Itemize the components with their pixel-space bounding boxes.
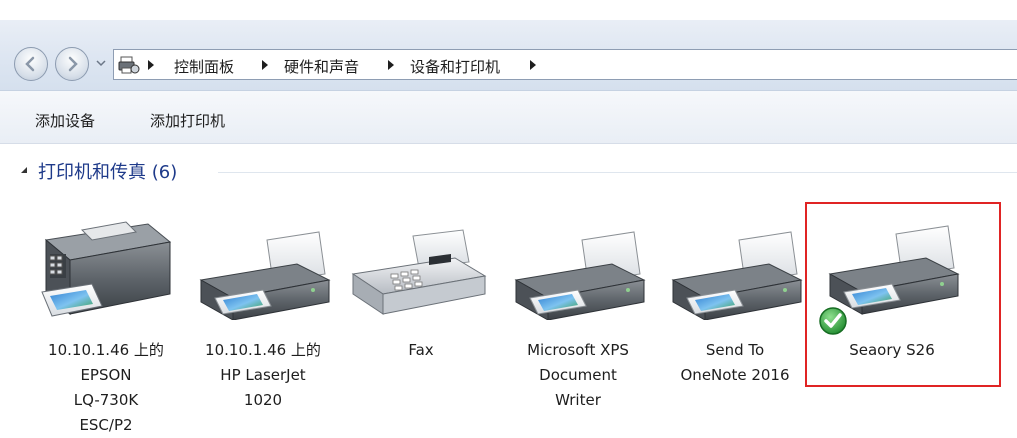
breadcrumb-devices-and-printers[interactable]: 设备和打印机 bbox=[410, 56, 500, 77]
breadcrumb-separator-icon[interactable] bbox=[260, 58, 270, 72]
group-collapse-icon[interactable] bbox=[20, 166, 28, 174]
devices-and-printers-icon bbox=[118, 56, 140, 74]
breadcrumb-separator-icon[interactable] bbox=[528, 58, 538, 72]
printer-icon bbox=[671, 231, 803, 320]
fax-icon bbox=[351, 229, 487, 315]
back-button[interactable] bbox=[14, 47, 48, 81]
forward-button[interactable] bbox=[55, 47, 89, 81]
add-device-button[interactable]: 添加设备 bbox=[31, 108, 99, 133]
device-label: 10.10.1.46 上的 HP LaserJet 1020 bbox=[205, 341, 321, 409]
device-item[interactable]: 10.10.1.46 上的 HP LaserJet 1020 bbox=[193, 210, 333, 409]
printer-icon bbox=[514, 231, 646, 320]
device-label: Send To OneNote 2016 bbox=[680, 341, 790, 384]
device-item[interactable]: Fax bbox=[351, 210, 491, 359]
device-item[interactable]: 10.10.1.46 上的 EPSON LQ-730K ESC/P2 bbox=[36, 210, 176, 434]
address-bar[interactable]: 控制面板 硬件和声音 设备和打印机 bbox=[113, 49, 1017, 80]
device-label: Fax bbox=[408, 341, 434, 359]
device-label: 10.10.1.46 上的 EPSON LQ-730K ESC/P2 bbox=[48, 341, 164, 434]
group-title-printers-and-faxes[interactable]: 打印机和传真 (6) bbox=[38, 158, 177, 184]
recent-pages-chevron-down-icon[interactable] bbox=[96, 58, 106, 68]
device-label: Microsoft XPS Document Writer bbox=[527, 341, 629, 409]
back-arrow-icon bbox=[25, 56, 35, 72]
device-item[interactable]: Microsoft XPS Document Writer bbox=[508, 210, 648, 409]
selection-highlight-box bbox=[805, 202, 1001, 387]
window-top-strip bbox=[0, 0, 1017, 20]
device-item[interactable]: Send To OneNote 2016 bbox=[665, 210, 805, 384]
add-printer-button[interactable]: 添加打印机 bbox=[146, 108, 229, 133]
breadcrumb-separator-icon[interactable] bbox=[146, 58, 156, 72]
breadcrumb-control-panel[interactable]: 控制面板 bbox=[174, 56, 234, 77]
forward-arrow-icon bbox=[68, 56, 78, 72]
dot-matrix-printer-icon bbox=[41, 221, 172, 317]
breadcrumb-separator-icon[interactable] bbox=[386, 58, 396, 72]
breadcrumb-hardware-and-sound[interactable]: 硬件和声音 bbox=[284, 56, 359, 77]
group-divider bbox=[218, 172, 1017, 173]
printer-icon bbox=[199, 231, 331, 320]
